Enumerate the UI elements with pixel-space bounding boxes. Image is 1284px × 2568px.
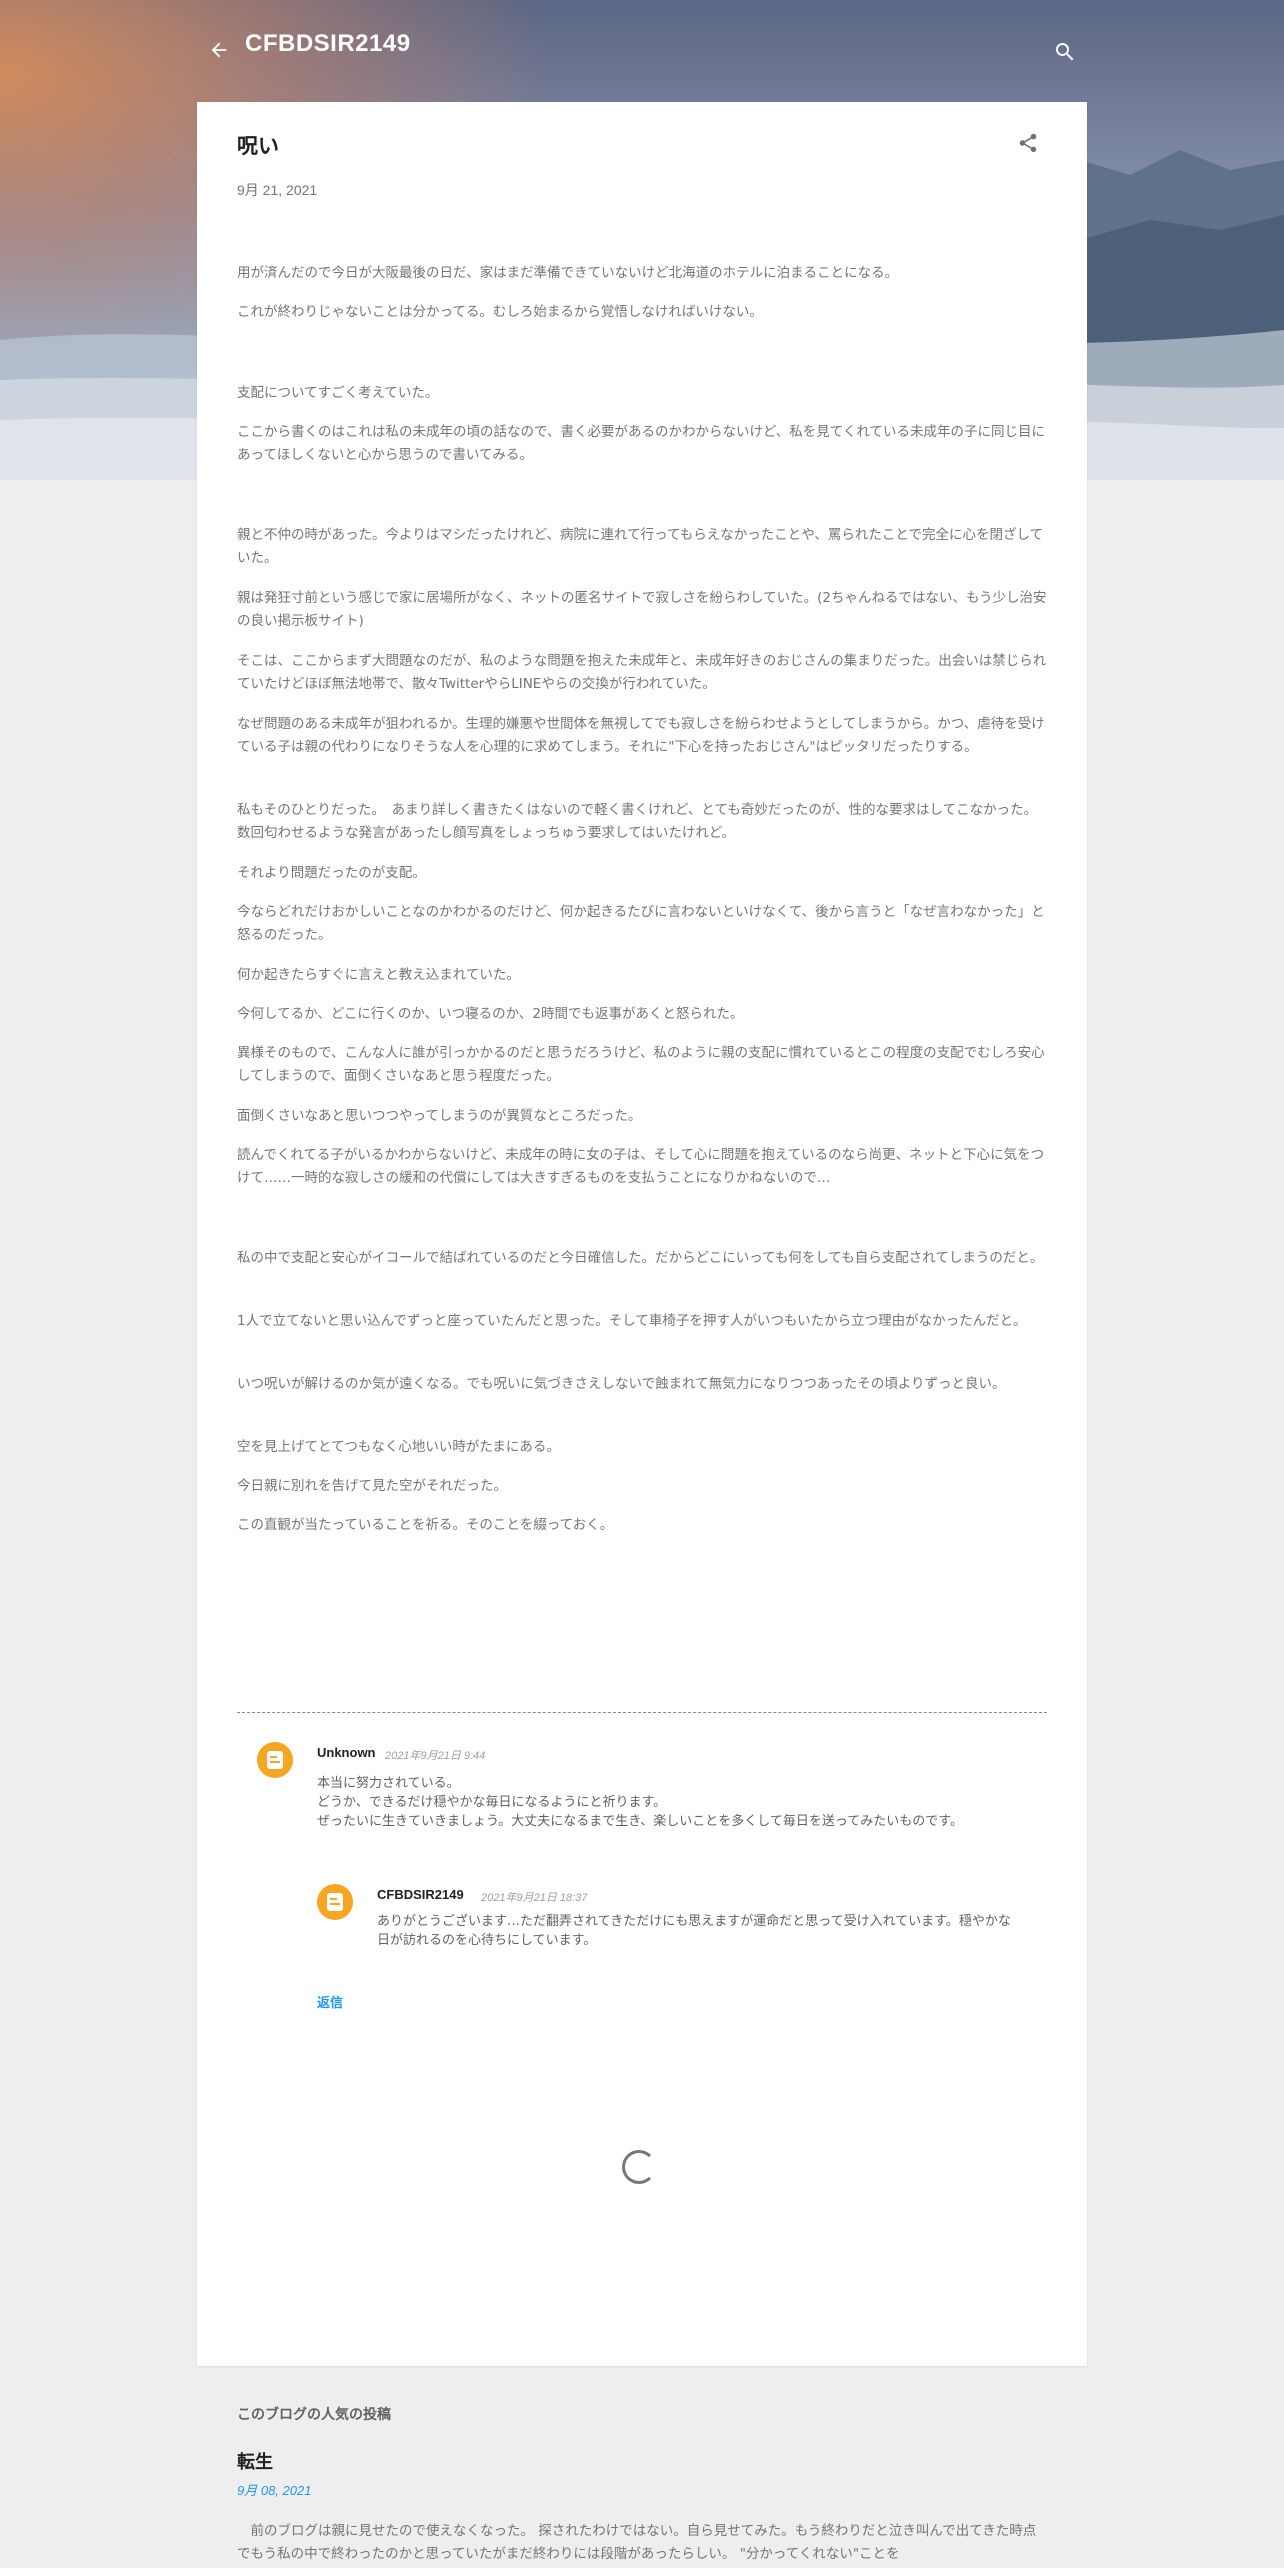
post-paragraph: 異様そのもので、こんな人に誰が引っかかるのだと思うだろうけど、私のように親の支配… xyxy=(237,1045,1045,1084)
post-paragraph: 私もそのひとりだった。 あまり詳しく書きたくはないので軽く書くけれど、とても奇妙… xyxy=(237,802,1038,841)
comments-divider xyxy=(237,1712,1047,1713)
popular-post-snippet: 前のブログは親に見せたので使えなくなった。 探されたわけではない。自ら見せてみた… xyxy=(237,2523,1037,2562)
comment-timestamp[interactable]: 2021年9月21日 9:44 xyxy=(385,1747,485,1763)
post-paragraph: 1人で立てないと思い込んでずっと座っていたんだと思った。そして車椅子を押す人がい… xyxy=(237,1313,1027,1329)
comment-text: 本当に努力されている。 どうか、できるだけ穏やかな毎日になるようにと祈ります。 … xyxy=(317,1774,1017,1831)
search-icon xyxy=(1056,43,1074,61)
post-paragraph: 私の中で支配と安心がイコールで結ばれているのだと今日確信した。だからどこにいって… xyxy=(237,1250,1044,1266)
post-paragraph: 今日親に別れを告げて見た空がそれだった。 xyxy=(237,1478,507,1494)
post-paragraph: この直観が当たっていることを祈る。そのことを綴っておく。 xyxy=(237,1517,614,1533)
comment-line: 本当に努力されている。 xyxy=(317,1776,460,1791)
post-paragraph: 何か起きたらすぐに言えと教え込まれていた。 xyxy=(237,967,520,983)
post-date: 9月 21, 2021 xyxy=(237,182,318,198)
post-paragraph: 空を見上げてとてつもなく心地いい時がたまにある。 xyxy=(237,1439,560,1455)
post-paragraph: 親と不仲の時があった。今よりはマシだったけれど、病院に連れて行ってもらえなかった… xyxy=(237,527,1044,566)
post-paragraph: 面倒くさいなあと思いつつやってしまうのが異質なところだった。 xyxy=(237,1108,642,1124)
post-paragraph: 用が済んだので今日が大阪最後の日だ、家はまだ準備できていないけど北海道のホテルに… xyxy=(237,265,899,281)
post-paragraph: いつ呪いが解けるのか気が遠くなる。でも呪いに気づきさえしないで蝕まれて無気力にな… xyxy=(237,1376,1006,1392)
reply-timestamp[interactable]: 2021年9月21日 18:37 xyxy=(481,1889,587,1905)
avatar xyxy=(317,1884,353,1920)
post-paragraph: それより問題だったのが支配。 xyxy=(237,865,426,881)
reply-link[interactable]: 返信 xyxy=(317,1992,343,2011)
post-paragraph: 今何してるか、どこに行くのか、いつ寝るのか、2時間でも返事があくと怒られた。 xyxy=(237,1006,744,1022)
blog-title[interactable]: CFBDSIR2149 xyxy=(245,30,411,58)
top-bar: CFBDSIR2149 xyxy=(197,0,1087,100)
popular-posts-label: このブログの人気の投稿 xyxy=(237,2406,391,2422)
blogger-icon xyxy=(327,1893,343,1911)
post-title: 呪い xyxy=(237,135,279,158)
search-button[interactable] xyxy=(1043,30,1087,74)
post-paragraph: 読んでくれてる子がいるかわからないけど、未成年の時に女の子は、そして心に問題を抱… xyxy=(237,1147,1045,1186)
post-paragraph: 今ならどれだけおかしいことなのかわかるのだけど、何か起きるたびに言わないといけな… xyxy=(237,904,1045,943)
comment-line: どうか、できるだけ穏やかな毎日になるようにと祈ります。 xyxy=(317,1795,667,1810)
post-paragraph: 支配についてすごく考えていた。 xyxy=(237,385,439,401)
share-icon xyxy=(1019,133,1037,153)
reply-text: ありがとうございます…ただ翻弄されてきただけにも思えますが運命だと思って受け入れ… xyxy=(377,1914,1011,1948)
reply-author: CFBDSIR2149 xyxy=(377,1887,464,1902)
comment-author: Unknown xyxy=(317,1745,376,1760)
share-button[interactable] xyxy=(1017,132,1047,162)
popular-post-title[interactable]: 転生 xyxy=(237,2448,273,2474)
post-paragraph: なぜ問題のある未成年が狙われるか。生理的嫌悪や世間体を無視してでも寂しさを紛らわ… xyxy=(237,716,1045,755)
post-paragraph: これが終わりじゃないことは分かってる。むしろ始まるから覚悟しなければいけない。 xyxy=(237,304,763,320)
post-card: 呪い 9月 21, 2021 用が済んだので今日が大阪最後の日だ、家はまだ準備で… xyxy=(197,102,1087,2366)
arrow-left-icon xyxy=(211,42,227,58)
back-button[interactable] xyxy=(197,28,241,72)
post-paragraph: そこは、ここからまず大問題なのだが、私のような問題を抱えた未成年と、未成年好きの… xyxy=(237,653,1047,692)
blogger-icon xyxy=(267,1751,283,1769)
avatar xyxy=(257,1742,293,1778)
post-paragraph: 親は発狂寸前という感じで家に居場所がなく、ネットの匿名サイトで寂しさを紛らわして… xyxy=(237,590,1047,629)
popular-post-date[interactable]: 9月 08, 2021 xyxy=(237,2480,311,2499)
post-paragraph: ここから書くのはこれは私の未成年の頃の話なので、書く必要があるのかわからないけど… xyxy=(237,424,1045,463)
loading-spinner xyxy=(622,2150,656,2184)
comment-line: ぜったいに生きていきましょう。大丈夫になるまで生き、楽しいことを多くして毎日を送… xyxy=(317,1814,963,1829)
